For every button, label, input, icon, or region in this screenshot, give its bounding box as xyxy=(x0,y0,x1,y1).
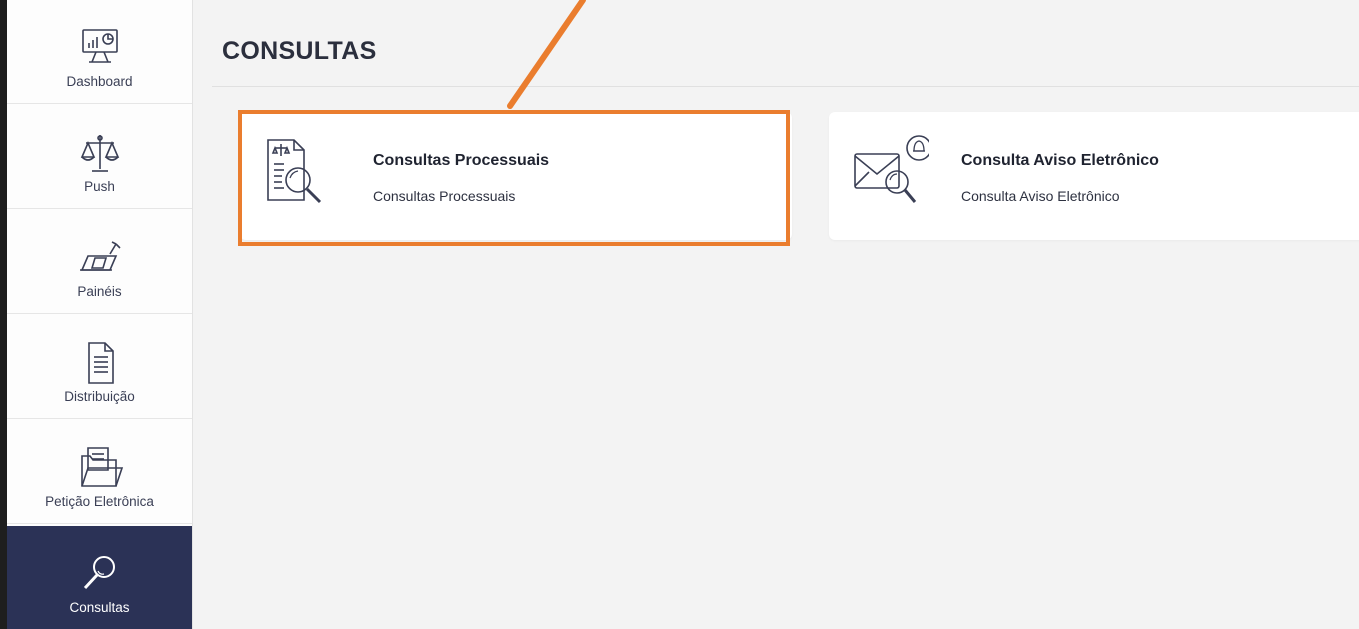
sidebar-item-push[interactable]: Push xyxy=(7,105,192,209)
sidebar-item-dashboard[interactable]: Dashboard xyxy=(7,0,192,104)
card-consulta-aviso-eletronico[interactable]: Consulta Aviso Eletrônico Consulta Aviso… xyxy=(829,112,1359,240)
annotation-arrow xyxy=(507,0,586,109)
card-subtitle: Consultas Processuais xyxy=(373,188,516,204)
sidebar: Dashboard Push Painéis Distribuição Peti… xyxy=(7,0,193,629)
card-subtitle: Consulta Aviso Eletrônico xyxy=(961,188,1120,204)
card-consultas-processuais[interactable]: Consultas Processuais Consultas Processu… xyxy=(240,112,792,240)
dashboard-monitor-icon xyxy=(76,24,124,72)
document-icon xyxy=(76,339,124,387)
envelope-bell-search-icon xyxy=(851,134,929,218)
title-divider xyxy=(212,86,1359,87)
sidebar-item-label: Dashboard xyxy=(66,74,133,89)
folder-document-icon xyxy=(76,444,124,492)
sidebar-item-label: Consultas xyxy=(69,600,130,615)
panels-icon xyxy=(76,234,124,282)
sidebar-item-label: Distribuição xyxy=(64,389,135,404)
sidebar-item-label: Push xyxy=(84,179,115,194)
magnifier-icon xyxy=(76,550,124,598)
sidebar-item-label: Painéis xyxy=(77,284,122,299)
sidebar-item-peticao-eletronica[interactable]: Petição Eletrônica xyxy=(7,420,192,524)
legal-document-search-icon xyxy=(264,134,342,218)
scales-icon xyxy=(76,129,124,177)
sidebar-item-consultas[interactable]: Consultas xyxy=(7,526,192,629)
app-frame: Dashboard Push Painéis Distribuição Peti… xyxy=(7,0,1359,629)
sidebar-item-distribuicao[interactable]: Distribuição xyxy=(7,315,192,419)
sidebar-item-paineis[interactable]: Painéis xyxy=(7,210,192,314)
card-title: Consulta Aviso Eletrônico xyxy=(961,152,1159,169)
page-title: CONSULTAS xyxy=(222,37,377,65)
sidebar-item-label: Petição Eletrônica xyxy=(45,494,154,509)
card-title: Consultas Processuais xyxy=(373,152,550,169)
